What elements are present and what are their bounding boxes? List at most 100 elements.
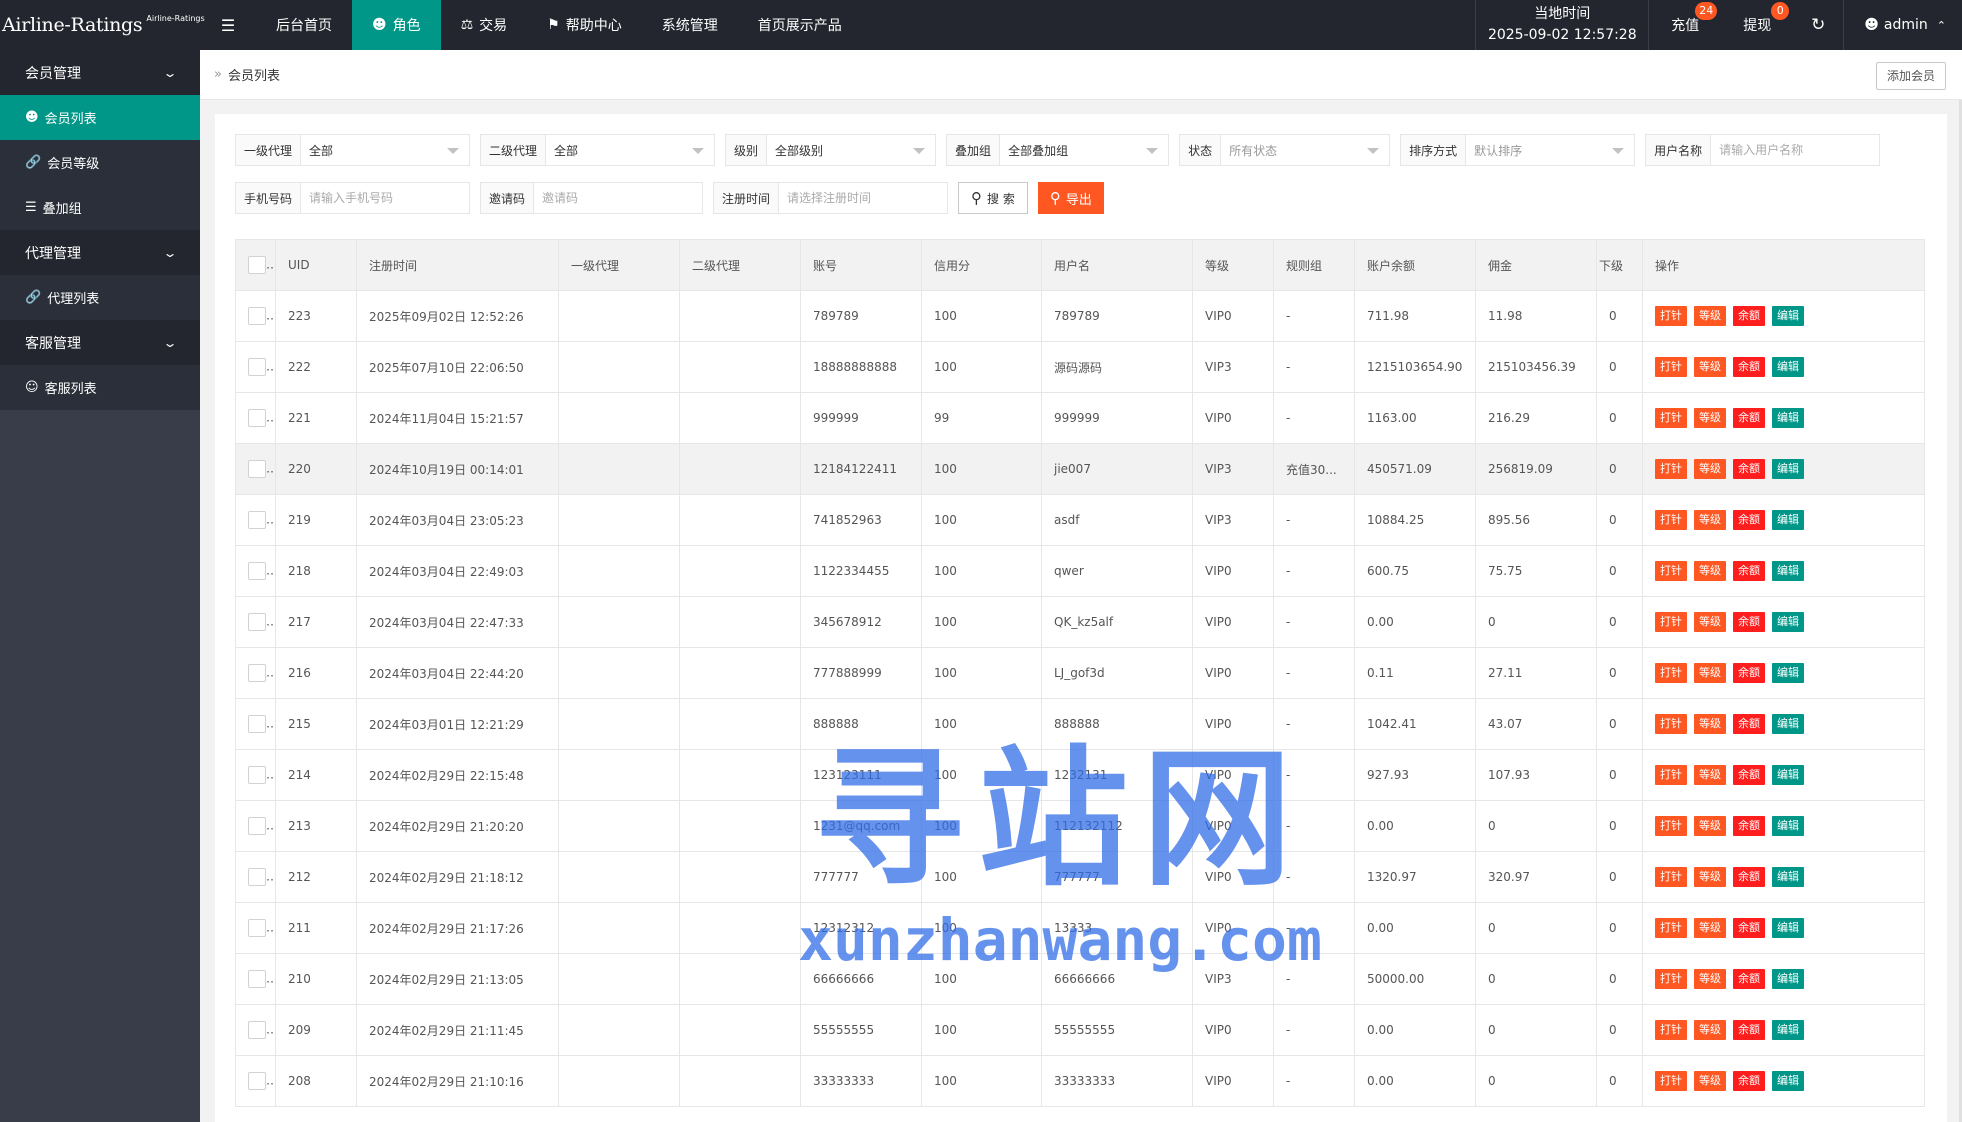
sort-select[interactable]: 默认排序 bbox=[1466, 135, 1634, 165]
level-button[interactable]: 等级 bbox=[1694, 561, 1726, 581]
sidebar-group-agent[interactable]: 代理管理 ⌄ bbox=[0, 230, 200, 275]
inject-button[interactable]: 打针 bbox=[1655, 969, 1687, 989]
select-all-checkbox[interactable] bbox=[248, 256, 266, 274]
row-checkbox[interactable] bbox=[248, 1021, 266, 1039]
balance-button[interactable]: 余额 bbox=[1733, 408, 1765, 428]
sidebar-item-agent-list[interactable]: 🔗 代理列表 bbox=[0, 275, 200, 320]
balance-button[interactable]: 余额 bbox=[1733, 969, 1765, 989]
column-header[interactable]: 一级代理 bbox=[558, 239, 680, 291]
row-checkbox[interactable] bbox=[248, 613, 266, 631]
username-input[interactable] bbox=[1711, 135, 1880, 165]
refresh-icon[interactable]: ↻ bbox=[1793, 0, 1843, 50]
level-button[interactable]: 等级 bbox=[1694, 918, 1726, 938]
table-row[interactable]: 211 2024年02月29日 21:17:26 12312312 100 13333 V… bbox=[235, 902, 1925, 954]
level-button[interactable]: 等级 bbox=[1694, 969, 1726, 989]
column-header[interactable]: 二级代理 bbox=[679, 239, 801, 291]
inject-button[interactable]: 打针 bbox=[1655, 663, 1687, 683]
sidebar-item-member-list[interactable]: ☻ 会员列表 bbox=[0, 95, 200, 140]
nav-help[interactable]: ⚑ 帮助中心 bbox=[527, 0, 642, 50]
table-row[interactable]: 219 2024年03月04日 23:05:23 741852963 100 asdf V… bbox=[235, 494, 1925, 546]
balance-button[interactable]: 余额 bbox=[1733, 765, 1765, 785]
edit-button[interactable]: 编辑 bbox=[1772, 765, 1804, 785]
regtime-input[interactable] bbox=[779, 183, 948, 213]
table-row[interactable]: 214 2024年02月29日 22:15:48 123123111 100 12321… bbox=[235, 749, 1925, 801]
column-header[interactable]: 账号 bbox=[800, 239, 922, 291]
balance-button[interactable]: 余额 bbox=[1733, 561, 1765, 581]
agent2-select[interactable]: 全部 bbox=[546, 135, 714, 165]
row-checkbox[interactable] bbox=[248, 562, 266, 580]
inject-button[interactable]: 打针 bbox=[1655, 306, 1687, 326]
column-header[interactable]: UID bbox=[275, 239, 357, 291]
inject-button[interactable]: 打针 bbox=[1655, 510, 1687, 530]
edit-button[interactable]: 编辑 bbox=[1772, 663, 1804, 683]
menu-toggle-icon[interactable]: ☰ bbox=[200, 0, 256, 50]
row-checkbox[interactable] bbox=[248, 766, 266, 784]
inject-button[interactable]: 打针 bbox=[1655, 765, 1687, 785]
table-row[interactable]: 217 2024年03月04日 22:47:33 345678912 100 QK_kz… bbox=[235, 596, 1925, 648]
row-checkbox[interactable] bbox=[248, 460, 266, 478]
inject-button[interactable]: 打针 bbox=[1655, 918, 1687, 938]
sidebar-item-stack-group[interactable]: ☰ 叠加组 bbox=[0, 185, 200, 230]
level-button[interactable]: 等级 bbox=[1694, 510, 1726, 530]
inject-button[interactable]: 打针 bbox=[1655, 408, 1687, 428]
table-row[interactable]: 223 2025年09月02日 12:52:26 789789 100 789789 VI… bbox=[235, 290, 1925, 342]
balance-button[interactable]: 余额 bbox=[1733, 357, 1765, 377]
level-button[interactable]: 等级 bbox=[1694, 765, 1726, 785]
level-button[interactable]: 等级 bbox=[1694, 357, 1726, 377]
level-button[interactable]: 等级 bbox=[1694, 612, 1726, 632]
balance-button[interactable]: 余额 bbox=[1733, 663, 1765, 683]
edit-button[interactable]: 编辑 bbox=[1772, 714, 1804, 734]
table-row[interactable]: 221 2024年11月04日 15:21:57 999999 99 999999 VIP… bbox=[235, 392, 1925, 444]
table-row[interactable]: 222 2025年07月10日 22:06:50 18888888888 100 源码源… bbox=[235, 341, 1925, 393]
table-row[interactable]: 216 2024年03月04日 22:44:20 777888999 100 LJ_go… bbox=[235, 647, 1925, 699]
admin-menu[interactable]: ☻ admin ⌃ bbox=[1843, 0, 1962, 50]
agent1-select[interactable]: 全部 bbox=[301, 135, 469, 165]
balance-button[interactable]: 余额 bbox=[1733, 918, 1765, 938]
sidebar-group-service[interactable]: 客服管理 ⌄ bbox=[0, 320, 200, 365]
brand-logo[interactable]: Airline-Ratings Airline-Ratings bbox=[0, 0, 205, 50]
level-button[interactable]: 等级 bbox=[1694, 663, 1726, 683]
table-row[interactable]: 213 2024年02月29日 21:20:20 1231@qq.com 100 112… bbox=[235, 800, 1925, 852]
balance-button[interactable]: 余额 bbox=[1733, 612, 1765, 632]
table-row[interactable]: 215 2024年03月01日 12:21:29 888888 100 888888 VI… bbox=[235, 698, 1925, 750]
edit-button[interactable]: 编辑 bbox=[1772, 510, 1804, 530]
inject-button[interactable]: 打针 bbox=[1655, 1020, 1687, 1040]
row-checkbox[interactable] bbox=[248, 817, 266, 835]
row-checkbox[interactable] bbox=[248, 1072, 266, 1090]
row-checkbox[interactable] bbox=[248, 868, 266, 886]
edit-button[interactable]: 编辑 bbox=[1772, 1071, 1804, 1091]
edit-button[interactable]: 编辑 bbox=[1772, 969, 1804, 989]
table-row[interactable]: 209 2024年02月29日 21:11:45 55555555 100 555555… bbox=[235, 1004, 1925, 1056]
column-header[interactable]: 账户余额 bbox=[1354, 239, 1476, 291]
balance-button[interactable]: 余额 bbox=[1733, 306, 1765, 326]
inject-button[interactable]: 打针 bbox=[1655, 561, 1687, 581]
row-checkbox[interactable] bbox=[248, 970, 266, 988]
edit-button[interactable]: 编辑 bbox=[1772, 867, 1804, 887]
row-checkbox[interactable] bbox=[248, 664, 266, 682]
level-button[interactable]: 等级 bbox=[1694, 306, 1726, 326]
balance-button[interactable]: 余额 bbox=[1733, 510, 1765, 530]
balance-button[interactable]: 余额 bbox=[1733, 714, 1765, 734]
edit-button[interactable]: 编辑 bbox=[1772, 561, 1804, 581]
level-select[interactable]: 全部级别 bbox=[767, 135, 935, 165]
edit-button[interactable]: 编辑 bbox=[1772, 408, 1804, 428]
phone-input[interactable] bbox=[301, 183, 470, 213]
level-button[interactable]: 等级 bbox=[1694, 1071, 1726, 1091]
table-row[interactable]: 210 2024年02月29日 21:13:05 66666666 100 666666… bbox=[235, 953, 1925, 1005]
inject-button[interactable]: 打针 bbox=[1655, 1071, 1687, 1091]
column-header[interactable]: 注册时间 bbox=[356, 239, 559, 291]
table-row[interactable]: 208 2024年02月29日 21:10:16 33333333 100 333333… bbox=[235, 1055, 1925, 1107]
inject-button[interactable]: 打针 bbox=[1655, 459, 1687, 479]
inject-button[interactable]: 打针 bbox=[1655, 816, 1687, 836]
edit-button[interactable]: 编辑 bbox=[1772, 459, 1804, 479]
row-checkbox[interactable] bbox=[248, 307, 266, 325]
edit-button[interactable]: 编辑 bbox=[1772, 1020, 1804, 1040]
recharge-button[interactable]: 充值 24 bbox=[1649, 0, 1721, 50]
sidebar-group-member[interactable]: 会员管理 ⌄ bbox=[0, 50, 200, 95]
table-row[interactable]: 218 2024年03月04日 22:49:03 1122334455 100 qwer… bbox=[235, 545, 1925, 597]
level-button[interactable]: 等级 bbox=[1694, 408, 1726, 428]
stack-select[interactable]: 全部叠加组 bbox=[1000, 135, 1168, 165]
add-member-button[interactable]: 添加会员 bbox=[1875, 62, 1946, 90]
nav-products[interactable]: 首页展示产品 bbox=[738, 0, 862, 50]
nav-dashboard[interactable]: 后台首页 bbox=[256, 0, 352, 50]
